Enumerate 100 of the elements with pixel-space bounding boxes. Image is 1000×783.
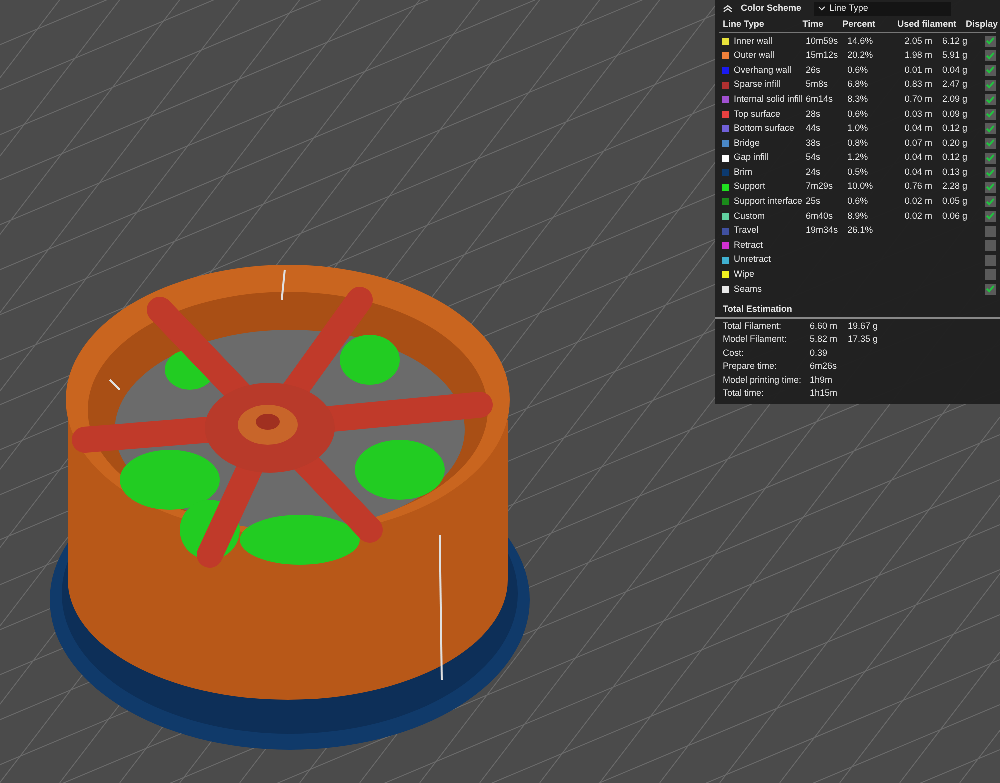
time-cell-text: 6m40s — [806, 210, 834, 223]
total-estimation-title: Total Estimation — [715, 304, 1000, 319]
line-type-label: Travel — [734, 224, 759, 238]
weight-cell-text: 0.12 g — [942, 151, 969, 164]
length-cell-text: 0.03 m — [904, 108, 934, 121]
display-checkbox[interactable] — [985, 123, 996, 134]
color-scheme-title: Color Scheme — [741, 2, 802, 15]
percent-cell-text: 8.9% — [848, 210, 870, 223]
display-checkbox[interactable] — [985, 36, 996, 47]
weight-cell-text: 2.09 g — [942, 92, 969, 106]
time-cell-text: 5m8s — [806, 78, 830, 92]
display-checkbox[interactable] — [985, 138, 996, 149]
line-type-label: Overhang wall — [734, 64, 792, 77]
estimation-value: 1h9m — [810, 374, 834, 387]
estimation-label: Total Filament: — [723, 320, 783, 333]
display-checkbox[interactable] — [985, 240, 996, 252]
estimation-value: 6.60 m — [810, 320, 839, 333]
time-cell-text: 38s — [806, 136, 822, 150]
percent-cell-text: 26.1% — [848, 224, 874, 238]
display-checkbox[interactable] — [985, 196, 996, 208]
percent-cell-text: 14.6% — [848, 34, 874, 48]
length-cell-text: 0.02 m — [904, 210, 934, 223]
display-checkbox[interactable] — [985, 284, 996, 295]
scheme-dropdown[interactable]: Line Type — [814, 2, 951, 16]
column-header: Used filament — [898, 18, 958, 31]
time-cell-text: 25s — [806, 195, 822, 208]
line-type-label: Outer wall — [734, 49, 775, 62]
time-cell-text: 7m29s — [806, 180, 834, 194]
estimation-label: Model Filament: — [723, 333, 788, 346]
estimation-label: Cost: — [723, 346, 746, 360]
estimation-value: 6m26s — [810, 360, 838, 374]
percent-cell-text: 0.8% — [848, 136, 870, 150]
column-header: Line Type — [722, 18, 766, 31]
weight-cell-text: 2.28 g — [942, 180, 969, 194]
weight-cell-text: 6.12 g — [942, 34, 969, 48]
display-checkbox[interactable] — [985, 108, 996, 120]
percent-cell-text: 0.5% — [848, 166, 870, 179]
display-checkbox[interactable] — [985, 94, 996, 106]
weight-cell-text: 0.06 g — [942, 210, 969, 223]
display-checkbox[interactable] — [985, 226, 996, 237]
display-checkbox[interactable] — [985, 64, 996, 76]
estimation-value: 5.82 m — [810, 333, 839, 346]
estimation-value: 19.67 g — [848, 320, 878, 333]
line-type-label: Internal solid infill — [734, 92, 804, 106]
line-type-label: Bridge — [734, 136, 760, 150]
percent-cell-text: 1.0% — [848, 122, 870, 136]
line-type-label: Inner wall — [734, 34, 773, 48]
weight-cell-text: 0.09 g — [942, 108, 969, 121]
line-type-label: Retract — [734, 238, 764, 252]
estimation-label: Model printing time: — [723, 374, 803, 387]
length-cell-text: 0.04 m — [904, 151, 934, 164]
line-type-label: Support interface — [734, 195, 803, 208]
time-cell-text: 15m12s — [806, 49, 840, 62]
display-checkbox[interactable] — [985, 50, 996, 62]
length-cell-text: 0.70 m — [904, 92, 934, 106]
line-type-label: Custom — [734, 210, 766, 223]
display-checkbox[interactable] — [985, 80, 996, 91]
estimation-label: Total time: — [723, 387, 766, 400]
length-cell-text: 2.05 m — [904, 34, 934, 48]
collapse-icon[interactable] — [723, 4, 733, 12]
column-header: Percent — [842, 18, 877, 31]
weight-cell-text: 0.13 g — [942, 166, 969, 179]
weight-cell-text: 0.20 g — [942, 136, 969, 150]
length-cell-text: 0.76 m — [904, 180, 934, 194]
time-cell-text: 26s — [806, 64, 822, 77]
time-cell-text: 10m59s — [806, 34, 840, 48]
percent-cell-text: 10.0% — [848, 180, 874, 194]
estimation-value: 0.39 — [810, 346, 829, 360]
line-type-label: Support — [734, 180, 766, 194]
time-cell-text: 44s — [806, 122, 822, 136]
length-cell-text: 0.83 m — [904, 78, 934, 92]
line-type-label: Sparse infill — [734, 78, 781, 92]
estimation-value: 1h15m — [810, 387, 839, 400]
length-cell-text: 0.04 m — [904, 166, 934, 179]
display-checkbox[interactable] — [985, 210, 996, 222]
weight-cell-text: 0.05 g — [942, 195, 969, 208]
column-header: Display — [966, 18, 996, 31]
percent-cell-text: 6.8% — [848, 78, 870, 92]
display-checkbox[interactable] — [985, 167, 996, 178]
length-cell-text: 0.07 m — [904, 136, 934, 150]
percent-cell-text: 1.2% — [848, 151, 870, 164]
display-checkbox[interactable] — [985, 152, 996, 164]
display-checkbox[interactable] — [985, 254, 996, 266]
percent-cell-text: 0.6% — [848, 195, 870, 208]
time-cell-text: 54s — [806, 151, 822, 164]
percent-cell-text: 0.6% — [848, 108, 870, 121]
weight-cell-text: 0.12 g — [942, 122, 969, 136]
length-cell-text: 1.98 m — [904, 49, 934, 62]
display-checkbox[interactable] — [985, 269, 996, 280]
line-type-label: Unretract — [734, 253, 772, 266]
weight-cell-text: 5.91 g — [942, 49, 969, 62]
weight-cell-text: 0.04 g — [942, 64, 969, 77]
line-type-label: Brim — [734, 166, 752, 179]
weight-cell-text: 2.47 g — [942, 78, 969, 92]
length-cell-text: 0.04 m — [904, 122, 934, 136]
line-type-label: Seams — [734, 282, 762, 296]
display-checkbox[interactable] — [985, 182, 996, 193]
percent-cell-text: 0.6% — [848, 64, 870, 77]
estimation-label: Prepare time: — [723, 360, 778, 374]
length-cell-text: 0.02 m — [904, 195, 934, 208]
